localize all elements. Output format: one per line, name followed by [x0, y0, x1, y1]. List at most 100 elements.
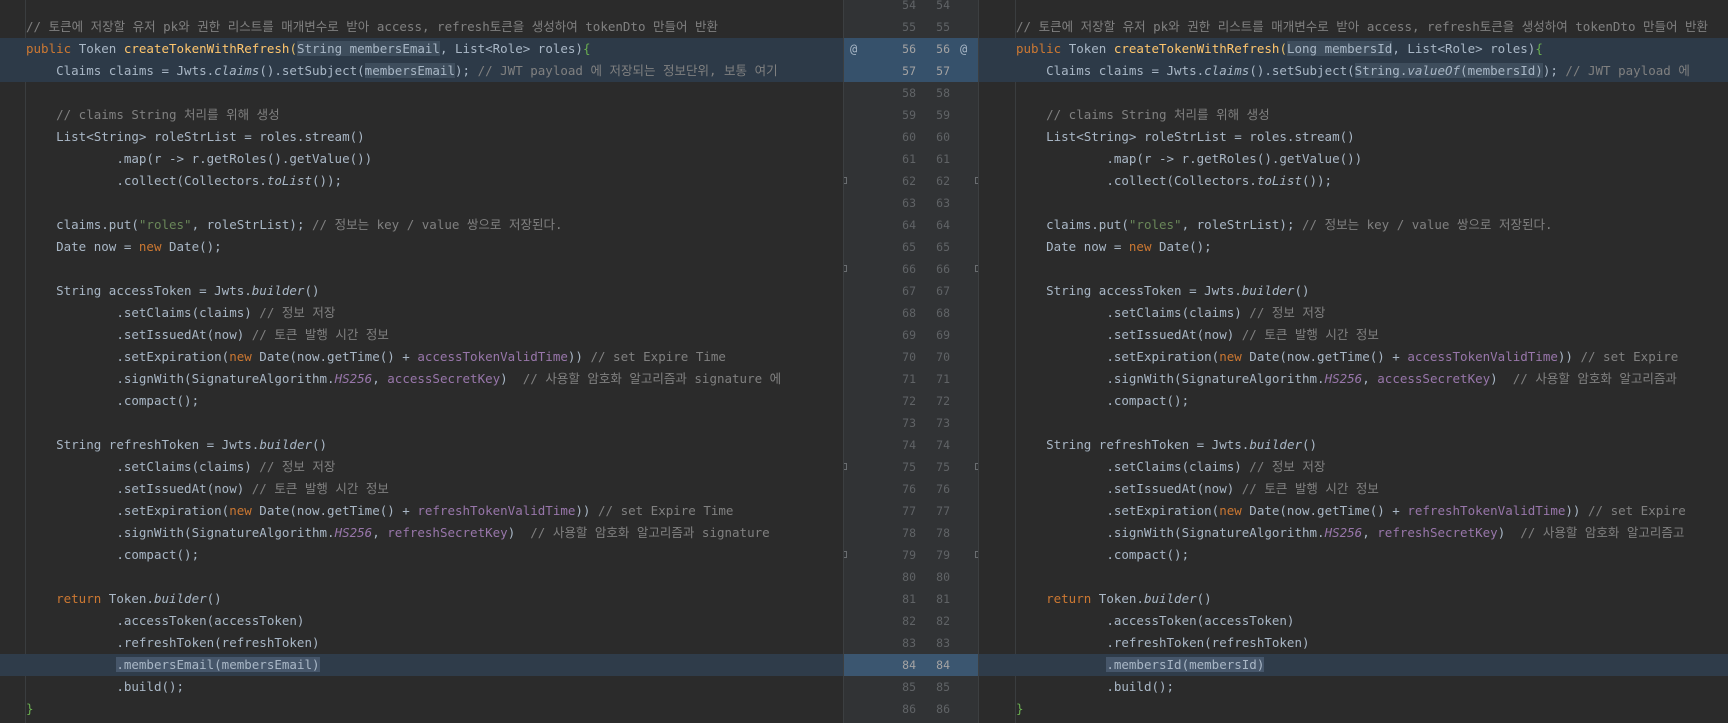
right-line-number: 68 — [936, 306, 950, 320]
code-line[interactable]: .build(); — [979, 676, 1728, 698]
code-line[interactable]: Date now = new Date(); — [979, 236, 1728, 258]
code-line[interactable]: } — [979, 698, 1728, 720]
code-line[interactable]: .accessToken(accessToken) — [979, 610, 1728, 632]
gutter-row: 58 58 — [844, 82, 978, 104]
right-line-number: 64 — [936, 218, 950, 232]
right-line-number: 56 — [936, 42, 950, 56]
left-line-number: 72 — [902, 394, 916, 408]
gutter-row: 59 59 — [844, 104, 978, 126]
code-line[interactable]: Date now = new Date(); — [0, 236, 843, 258]
right-line-number: 62 — [936, 174, 950, 188]
code-line[interactable]: } — [0, 698, 843, 720]
gutter-row: 81 81 — [844, 588, 978, 610]
code-line[interactable]: .setClaims(claims) // 정보 저장 — [0, 456, 843, 478]
code-line[interactable]: .setExpiration(new Date(now.getTime() + … — [0, 346, 843, 368]
code-line[interactable]: String accessToken = Jwts.builder() — [979, 280, 1728, 302]
left-line-number: 76 — [902, 482, 916, 496]
code-line-changed[interactable]: .membersId(membersId) — [979, 654, 1728, 676]
code-line[interactable]: .refreshToken(refreshToken) — [979, 632, 1728, 654]
code-line[interactable]: String refreshToken = Jwts.builder() — [979, 434, 1728, 456]
override-marker-icon[interactable]: @ — [850, 38, 857, 60]
code-line[interactable]: claims.put("roles", roleStrList); // 정보는… — [979, 214, 1728, 236]
code-line[interactable]: .accessToken(accessToken) — [0, 610, 843, 632]
code-line[interactable]: .setIssuedAt(now) // 토큰 발행 시간 정보 — [0, 324, 843, 346]
right-line-number: 81 — [936, 592, 950, 606]
code-line[interactable]: String refreshToken = Jwts.builder() — [0, 434, 843, 456]
code-line[interactable]: .setIssuedAt(now) // 토큰 발행 시간 정보 — [979, 324, 1728, 346]
right-line-number: 82 — [936, 614, 950, 628]
code-line[interactable]: .setExpiration(new Date(now.getTime() + … — [979, 346, 1728, 368]
code-line[interactable]: .setClaims(claims) // 정보 저장 — [979, 302, 1728, 324]
right-line-number: 83 — [936, 636, 950, 650]
line-number-gutter: 54 54 55 55 56 56 @ @57 57 58 58 59 59 60 60 61 61 62 62 63… — [843, 0, 979, 723]
right-editor-pane[interactable]: // 토큰에 저장할 유저 pk와 권한 리스트를 매개변수로 받아 acces… — [979, 0, 1728, 723]
right-line-number: 61 — [936, 152, 950, 166]
code-line[interactable]: .setIssuedAt(now) // 토큰 발행 시간 정보 — [979, 478, 1728, 500]
fold-toggle-icon[interactable] — [844, 265, 847, 272]
gutter-row: 68 68 — [844, 302, 978, 324]
code-line[interactable]: .setClaims(claims) // 정보 저장 — [0, 302, 843, 324]
fold-toggle-icon[interactable] — [844, 463, 847, 470]
left-editor-pane[interactable]: // 토큰에 저장할 유저 pk와 권한 리스트를 매개변수로 받아 acces… — [0, 0, 843, 723]
code-line[interactable]: .collect(Collectors.toList()); — [979, 170, 1728, 192]
right-line-number: 67 — [936, 284, 950, 298]
fold-toggle-icon[interactable] — [844, 177, 847, 184]
code-line[interactable]: // claims String 처리를 위해 생성 — [0, 104, 843, 126]
code-line[interactable]: List<String> roleStrList = roles.stream(… — [979, 126, 1728, 148]
gutter-row: 75 75 — [844, 456, 978, 478]
code-line[interactable]: .setExpiration(new Date(now.getTime() + … — [979, 500, 1728, 522]
right-line-number: 59 — [936, 108, 950, 122]
code-line[interactable]: // 토큰에 저장할 유저 pk와 권한 리스트를 매개변수로 받아 acces… — [979, 16, 1728, 38]
code-line-changed[interactable]: public Token createTokenWithRefresh(Long… — [979, 38, 1728, 60]
code-line[interactable]: .setClaims(claims) // 정보 저장 — [979, 456, 1728, 478]
right-line-number: 63 — [936, 196, 950, 210]
code-line[interactable]: .setIssuedAt(now) // 토큰 발행 시간 정보 — [0, 478, 843, 500]
code-line-changed[interactable]: Claims claims = Jwts.claims().setSubject… — [979, 60, 1728, 82]
code-line-changed[interactable]: public Token createTokenWithRefresh(Stri… — [0, 38, 843, 60]
gutter-row: 80 80 — [844, 566, 978, 588]
code-line[interactable]: .signWith(SignatureAlgorithm.HS256, refr… — [0, 522, 843, 544]
code-line[interactable]: .signWith(SignatureAlgorithm.HS256, acce… — [979, 368, 1728, 390]
gutter-row: 76 76 — [844, 478, 978, 500]
code-line[interactable]: claims.put("roles", roleStrList); // 정보는… — [0, 214, 843, 236]
code-line[interactable]: String accessToken = Jwts.builder() — [0, 280, 843, 302]
code-line[interactable]: // claims String 처리를 위해 생성 — [979, 104, 1728, 126]
code-line[interactable]: .compact(); — [0, 390, 843, 412]
right-line-number: 84 — [936, 658, 950, 672]
code-line[interactable]: return Token.builder() — [0, 588, 843, 610]
left-line-number: 77 — [902, 504, 916, 518]
code-line[interactable]: .compact(); — [0, 544, 843, 566]
right-line-number: 55 — [936, 20, 950, 34]
left-line-number: 59 — [902, 108, 916, 122]
left-line-number: 62 — [902, 174, 916, 188]
code-line[interactable]: // 토큰에 저장할 유저 pk와 권한 리스트를 매개변수로 받아 acces… — [0, 16, 843, 38]
right-line-number: 80 — [936, 570, 950, 584]
gutter-row: 61 61 — [844, 148, 978, 170]
gutter-row: 77 77 — [844, 500, 978, 522]
code-line[interactable]: .signWith(SignatureAlgorithm.HS256, refr… — [979, 522, 1728, 544]
gutter-row: 82 82 — [844, 610, 978, 632]
code-line[interactable]: .map(r -> r.getRoles().getValue()) — [0, 148, 843, 170]
code-line[interactable]: .signWith(SignatureAlgorithm.HS256, acce… — [0, 368, 843, 390]
code-line[interactable]: .build(); — [0, 676, 843, 698]
code-line[interactable]: .compact(); — [979, 390, 1728, 412]
code-line[interactable]: .map(r -> r.getRoles().getValue()) — [979, 148, 1728, 170]
right-line-number: 57 — [936, 64, 950, 78]
left-line-number: 63 — [902, 196, 916, 210]
code-line-changed[interactable]: .membersEmail(membersEmail) — [0, 654, 843, 676]
code-line-changed[interactable]: Claims claims = Jwts.claims().setSubject… — [0, 60, 843, 82]
fold-toggle-icon[interactable] — [844, 551, 847, 558]
left-line-number: 78 — [902, 526, 916, 540]
code-line[interactable]: return Token.builder() — [979, 588, 1728, 610]
gutter-row: 63 63 — [844, 192, 978, 214]
override-marker-icon[interactable]: @ — [960, 38, 967, 60]
code-line[interactable]: List<String> roleStrList = roles.stream(… — [0, 126, 843, 148]
code-line[interactable]: .collect(Collectors.toList()); — [0, 170, 843, 192]
left-line-number: 61 — [902, 152, 916, 166]
code-line[interactable]: .compact(); — [979, 544, 1728, 566]
gutter-row: 60 60 — [844, 126, 978, 148]
code-line[interactable]: .refreshToken(refreshToken) — [0, 632, 843, 654]
code-line[interactable]: .setExpiration(new Date(now.getTime() + … — [0, 500, 843, 522]
gutter-row: 56 56 @ @ — [844, 38, 978, 60]
gutter-row: 54 54 — [844, 0, 978, 16]
